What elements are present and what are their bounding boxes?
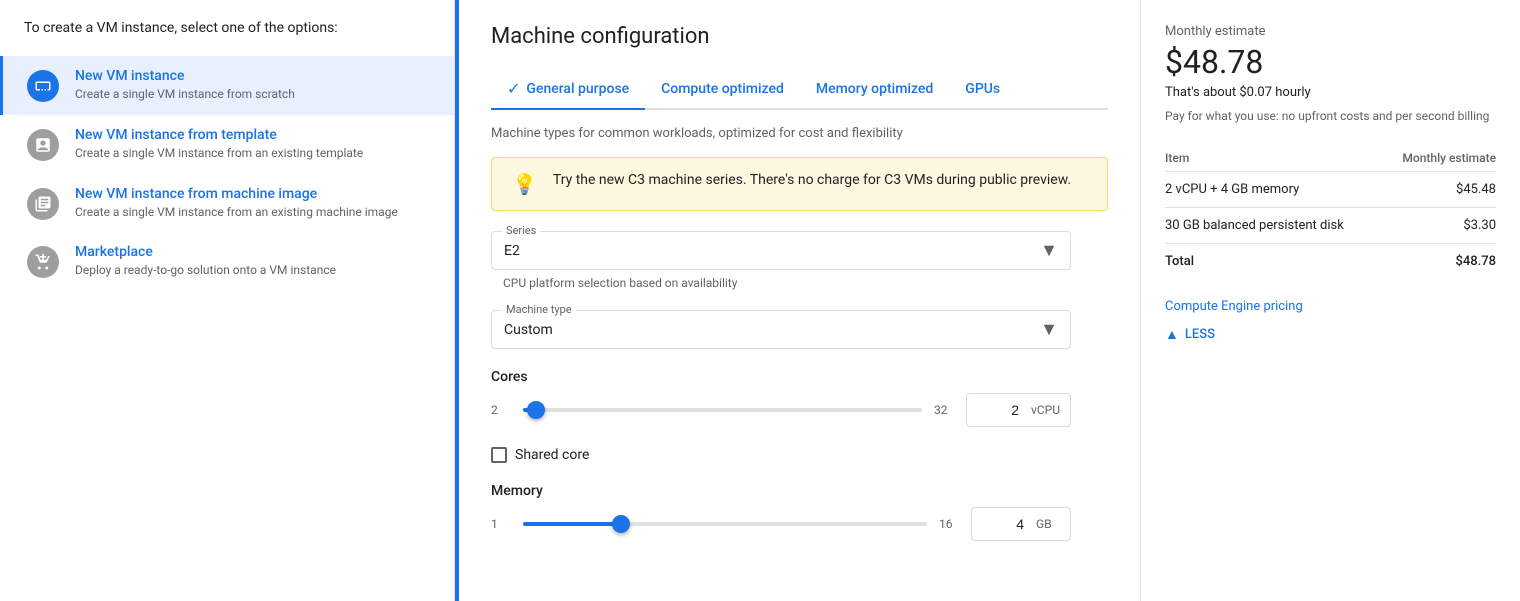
memory-slider-fill [523, 522, 616, 526]
table-cell-item-0: 2 vCPU + 4 GB memory [1165, 171, 1382, 207]
table-cell-cost-1: $3.30 [1382, 207, 1496, 243]
series-value: E2 [504, 243, 520, 259]
memory-section: Memory 1 16 GB [491, 483, 1071, 541]
memory-slider-thumb[interactable] [612, 515, 630, 533]
sidebar-item-image-subtitle: Create a single VM instance from an exis… [75, 204, 398, 221]
cores-slider-thumb[interactable] [527, 401, 545, 419]
memory-input[interactable] [972, 508, 1032, 540]
estimate-title: Monthly estimate [1165, 24, 1496, 39]
sidebar-item-new-vm-subtitle: Create a single VM instance from scratch [75, 86, 295, 103]
tab-memory-optimized[interactable]: Memory optimized [800, 69, 949, 110]
memory-input-group: GB [971, 507, 1071, 541]
machine-type-tabs: ✓ General purpose Compute optimized Memo… [491, 69, 1108, 110]
machine-type-label: Machine type [502, 303, 576, 316]
sidebar-intro: To create a VM instance, select one of t… [0, 20, 454, 56]
table-cell-item-1: 30 GB balanced persistent disk [1165, 207, 1382, 243]
estimate-table: Item Monthly estimate 2 vCPU + 4 GB memo… [1165, 145, 1496, 279]
sidebar-item-marketplace-title: Marketplace [75, 244, 336, 260]
total-row: Total $48.78 [1165, 243, 1496, 279]
table-header-cost: Monthly estimate [1382, 145, 1496, 172]
chevron-up-icon: ▲ [1165, 326, 1179, 343]
sidebar: To create a VM instance, select one of t… [0, 0, 455, 601]
sidebar-item-template-subtitle: Create a single VM instance from an exis… [75, 145, 363, 162]
vm-icon [27, 70, 59, 102]
cores-slider-track [523, 408, 922, 412]
less-label: LESS [1185, 327, 1215, 342]
machine-description: Machine types for common workloads, opti… [491, 126, 1108, 141]
cores-input-group: vCPU [966, 393, 1071, 427]
sidebar-item-marketplace[interactable]: Marketplace Deploy a ready-to-go solutio… [0, 232, 454, 291]
sidebar-item-image-title: New VM instance from machine image [75, 186, 398, 202]
table-header-item: Item [1165, 145, 1382, 172]
cores-max: 32 [934, 403, 954, 417]
total-label: Total [1165, 243, 1382, 279]
shared-core-label: Shared core [515, 447, 589, 463]
cores-section: Cores 2 32 vCPU [491, 369, 1071, 427]
sidebar-item-template-text: New VM instance from template Create a s… [75, 127, 363, 162]
shared-core-row: Shared core [491, 447, 1071, 463]
banner-text: Try the new C3 machine series. There's n… [553, 172, 1071, 188]
sidebar-item-image-text: New VM instance from machine image Creat… [75, 186, 398, 221]
estimate-note: Pay for what you use: no upfront costs a… [1165, 108, 1496, 125]
memory-max: 16 [939, 517, 959, 531]
machine-type-dropdown-icon: ▼ [1040, 319, 1058, 340]
pricing-link[interactable]: Compute Engine pricing [1165, 299, 1496, 314]
table-row: 2 vCPU + 4 GB memory $45.48 [1165, 171, 1496, 207]
info-banner: 💡 Try the new C3 machine series. There's… [491, 157, 1108, 211]
less-toggle[interactable]: ▲ LESS [1165, 326, 1496, 343]
series-select[interactable]: Series E2 ▼ [491, 231, 1071, 270]
sidebar-item-new-vm-text: New VM instance Create a single VM insta… [75, 68, 295, 103]
cores-slider-wrapper [523, 400, 922, 420]
table-row: 30 GB balanced persistent disk $3.30 [1165, 207, 1496, 243]
tab-compute-optimized[interactable]: Compute optimized [645, 69, 800, 110]
series-field: Series E2 ▼ CPU platform selection based… [491, 231, 1108, 290]
image-icon [27, 188, 59, 220]
sidebar-item-new-vm-title: New VM instance [75, 68, 295, 84]
memory-slider-track [523, 522, 927, 526]
cores-label: Cores [491, 369, 1071, 385]
sidebar-item-machine-image[interactable]: New VM instance from machine image Creat… [0, 174, 454, 233]
sidebar-item-new-vm[interactable]: New VM instance Create a single VM insta… [0, 56, 454, 115]
memory-min: 1 [491, 517, 511, 531]
sidebar-item-marketplace-text: Marketplace Deploy a ready-to-go solutio… [75, 244, 336, 279]
memory-unit: GB [1032, 509, 1062, 539]
series-hint: CPU platform selection based on availabi… [491, 276, 1108, 290]
table-cell-cost-0: $45.48 [1382, 171, 1496, 207]
memory-slider-wrapper [523, 514, 927, 534]
total-cost: $48.78 [1382, 243, 1496, 279]
lightbulb-icon: 💡 [512, 172, 537, 196]
cores-unit: vCPU [1027, 395, 1070, 425]
machine-type-value: Custom [504, 322, 553, 338]
machine-type-field: Machine type Custom ▼ [491, 310, 1108, 349]
estimate-amount: $48.78 [1165, 43, 1496, 81]
sidebar-item-marketplace-subtitle: Deploy a ready-to-go solution onto a VM … [75, 262, 336, 279]
sidebar-item-new-vm-template[interactable]: New VM instance from template Create a s… [0, 115, 454, 174]
template-icon [27, 129, 59, 161]
page-title: Machine configuration [491, 24, 1108, 49]
right-panel: Monthly estimate $48.78 That's about $0.… [1140, 0, 1520, 601]
cores-input[interactable] [967, 394, 1027, 426]
memory-label: Memory [491, 483, 1071, 499]
estimate-hourly: That's about $0.07 hourly [1165, 85, 1496, 100]
cores-min: 2 [491, 403, 511, 417]
marketplace-icon [27, 246, 59, 278]
tab-general-purpose[interactable]: ✓ General purpose [491, 69, 645, 110]
checkmark-icon: ✓ [507, 79, 520, 98]
main-content: Machine configuration ✓ General purpose … [459, 0, 1140, 601]
tab-gpus[interactable]: GPUs [949, 69, 1016, 110]
machine-type-select[interactable]: Machine type Custom ▼ [491, 310, 1071, 349]
sidebar-item-template-title: New VM instance from template [75, 127, 363, 143]
series-dropdown-icon: ▼ [1040, 240, 1058, 261]
series-label: Series [502, 224, 540, 237]
shared-core-checkbox[interactable] [491, 447, 507, 463]
